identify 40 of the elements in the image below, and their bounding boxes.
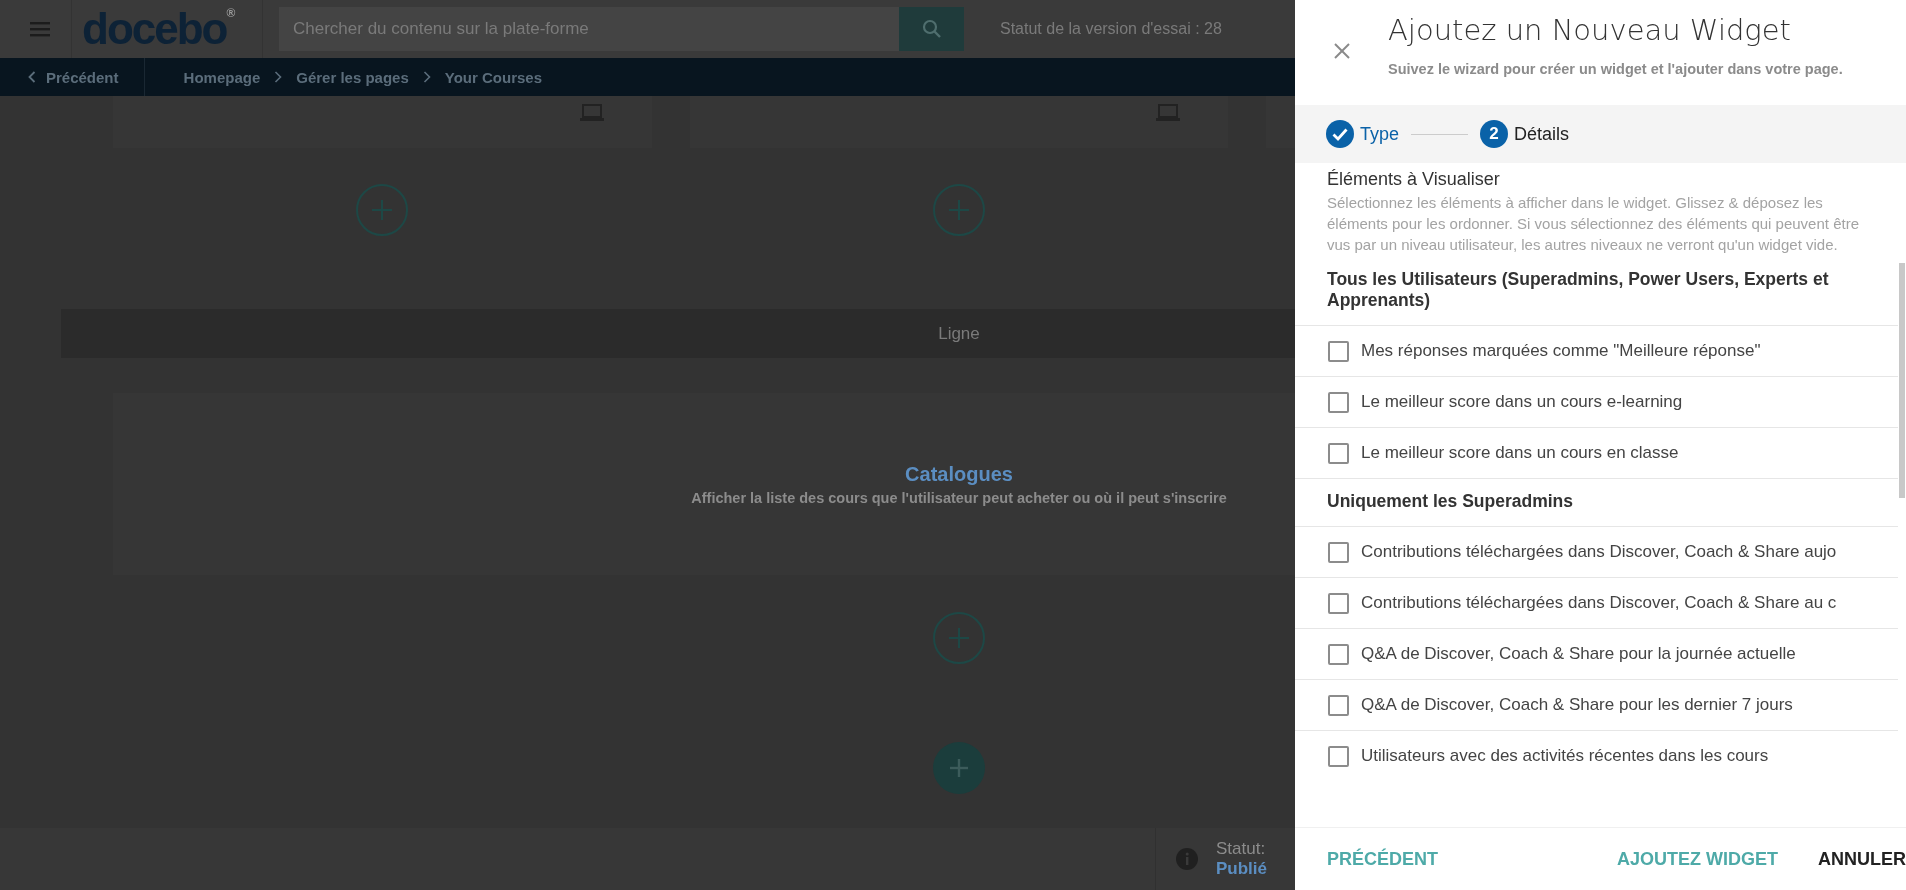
checkbox-label[interactable]: Utilisateurs avec des activités récentes dans les cours [1361,746,1769,766]
chevron-right-icon [422,71,431,83]
checkbox-label[interactable]: Contributions téléchargées dans Discover, Coach & Share au c [1361,593,1837,613]
group-heading: Uniquement les Superadmins [1327,491,1574,511]
chevron-right-icon [274,71,283,83]
check-circle-icon [1326,120,1354,148]
checkbox[interactable] [1328,643,1349,665]
widget-description: Afficher la liste des cours que l'utilisateur peut acheter ou où il peut s'inscrire [691,489,1227,506]
panel-title: Ajoutez un Nouveau Widget [1388,13,1792,47]
checkbox[interactable] [1328,340,1349,362]
search-button[interactable] [899,7,964,51]
checkbox[interactable] [1328,442,1349,464]
checkbox[interactable] [1328,541,1349,563]
widget-title: Catalogues [905,462,1013,486]
section-description: Sélectionnez les éléments à afficher dans le widget. Glissez & déposez les éléments pour les ordonner. Si vous sélectionnez des éléments qui peuvent être vus par un niveau utilisateur, les autres niveaux ne verront qu'un widget vide. [1327,193,1860,255]
panel-subtitle: Suivez le wizard pour créer un widget et l'ajouter dans votre page. [1388,61,1843,77]
checkbox-label[interactable]: Mes réponses marquées comme "Meilleure réponse" [1361,341,1761,361]
group-heading: Tous les Utilisateurs (Superadmins, Power Users, Experts et Apprenants) [1327,269,1829,310]
status-value: Publié [1216,859,1267,879]
checkbox[interactable] [1328,694,1349,716]
close-icon[interactable] [1333,42,1351,60]
checkbox-label[interactable]: Q&A de Discover, Coach & Share pour la journée actuelle [1361,644,1796,664]
checkbox-label[interactable]: Contributions téléchargées dans Discover, Coach & Share aujo [1361,542,1837,562]
checkbox[interactable] [1328,745,1349,767]
checkbox[interactable] [1328,391,1349,413]
checkbox-label[interactable]: Le meilleur score dans un cours e-learning [1361,392,1683,412]
checkbox-label[interactable]: Q&A de Discover, Coach & Share pour les dernier 7 jours [1361,695,1793,715]
checkbox-label[interactable]: Le meilleur score dans un cours en classe [1361,443,1679,463]
trial-status: Statut de la version d'essai : 28 [1000,20,1222,38]
scrollbar-thumb[interactable] [1899,263,1905,498]
chevron-left-icon [28,71,36,83]
section-heading: Éléments à Visualiser [1327,169,1501,190]
add-row-icon[interactable] [933,742,985,794]
wizard-step[interactable]: Type [1326,120,1400,148]
checkbox[interactable] [1328,592,1349,614]
footer-button[interactable]: ANNULER [1818,840,1906,878]
wizard-step[interactable]: 2 Détails [1480,120,1570,148]
status-label: Statut: [1216,839,1267,859]
search-icon [921,19,942,39]
row-label: Ligne [938,323,980,344]
